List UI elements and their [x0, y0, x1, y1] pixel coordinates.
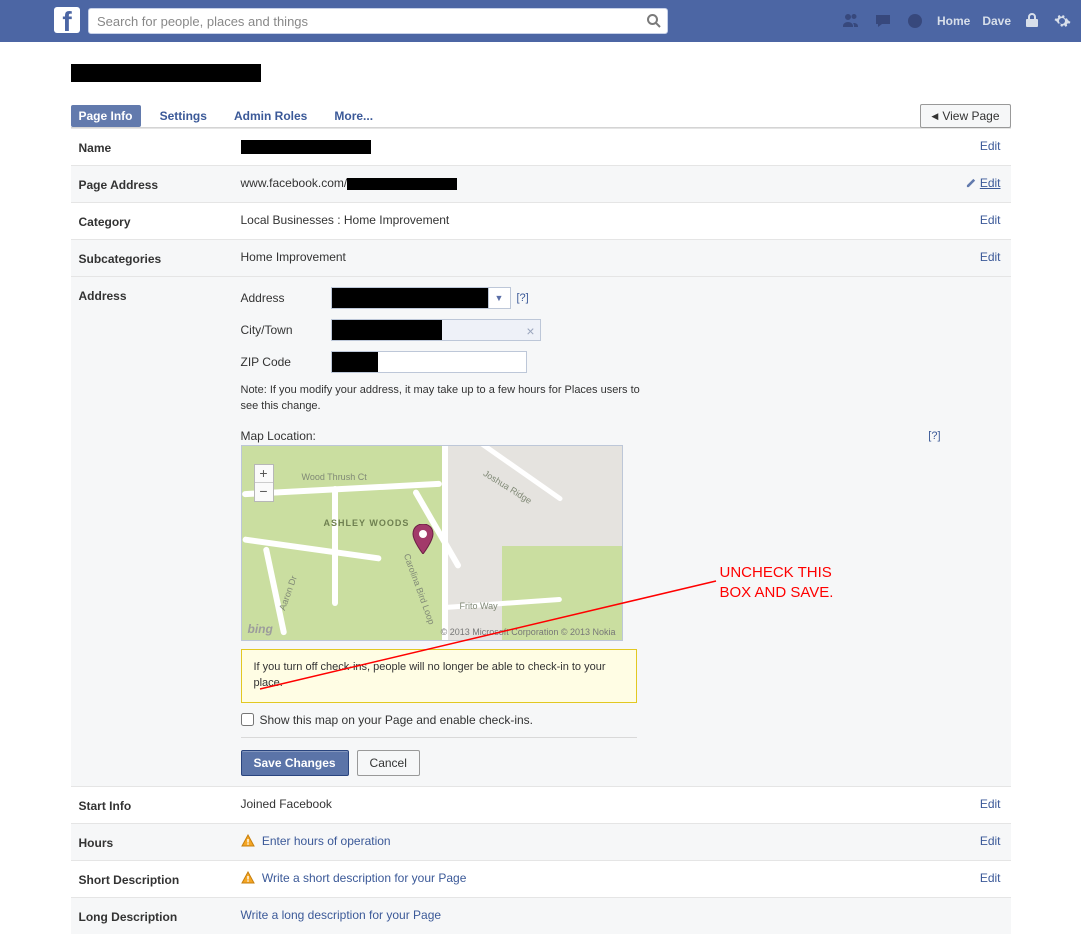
area-label: ASHLEY WOODS	[324, 518, 410, 528]
pencil-icon	[966, 177, 977, 188]
chevron-left-icon: ◀	[931, 111, 938, 122]
page-address-prefix: www.facebook.com/	[241, 176, 348, 190]
value-subcategories: Home Improvement	[241, 250, 941, 264]
user-link[interactable]: Dave	[982, 14, 1011, 28]
label-short-desc: Short Description	[79, 871, 241, 887]
addr-field-address-label: Address	[241, 291, 331, 305]
city-input[interactable]: ×	[331, 319, 541, 341]
road-label: Frito Way	[460, 601, 498, 611]
value-hours: Enter hours of operation	[241, 834, 941, 848]
view-page-label: View Page	[942, 109, 999, 123]
tab-more[interactable]: More...	[326, 105, 381, 127]
address-help[interactable]: [?]	[517, 292, 529, 304]
show-map-checkbox-label: Show this map on your Page and enable ch…	[260, 713, 534, 727]
chevron-down-icon: ▼	[488, 288, 510, 308]
address-dropdown[interactable]: ▼	[331, 287, 511, 309]
warning-icon	[241, 834, 255, 848]
row-category: Category Local Businesses : Home Improve…	[71, 203, 1011, 240]
label-category: Category	[79, 213, 241, 229]
map[interactable]: Wood Thrush Ct ASHLEY WOODS Aaron Dr Car…	[241, 445, 623, 641]
label-address: Address	[79, 287, 241, 303]
row-long-desc: Long Description Write a long descriptio…	[71, 898, 1011, 934]
edit-start-info[interactable]: Edit	[980, 797, 1001, 811]
row-name: Name Edit	[71, 129, 1011, 166]
value-name	[241, 139, 941, 154]
page-wrap: ◀ View Page Page Info Settings Admin Rol…	[71, 42, 1011, 934]
show-map-checkbox-row[interactable]: Show this map on your Page and enable ch…	[241, 713, 941, 727]
addr-field-city-label: City/Town	[241, 323, 331, 337]
row-hours: Hours Enter hours of operation Edit	[71, 824, 1011, 861]
view-page-button[interactable]: ◀ View Page	[920, 104, 1010, 128]
checkin-warning: If you turn off check-ins, people will n…	[241, 649, 637, 703]
annotation-text: UNCHECK THIS BOX AND SAVE.	[720, 563, 834, 604]
bing-logo: bing	[248, 622, 273, 636]
edit-page-address[interactable]: Edit	[980, 176, 1001, 190]
row-short-desc: Short Description Write a short descript…	[71, 861, 1011, 898]
label-hours: Hours	[79, 834, 241, 850]
row-start-info: Start Info Joined Facebook Edit	[71, 787, 1011, 824]
search-wrap	[88, 8, 668, 34]
show-map-checkbox[interactable]	[241, 713, 254, 726]
map-location-label: Map Location: [?]	[241, 429, 941, 443]
label-long-desc: Long Description	[79, 908, 241, 924]
address-note: Note: If you modify your address, it may…	[241, 383, 641, 415]
road-label: Wood Thrush Ct	[302, 472, 367, 482]
annotation-line2: BOX AND SAVE.	[720, 583, 834, 603]
value-long-desc: Write a long description for your Page	[241, 908, 941, 922]
label-start-info: Start Info	[79, 797, 241, 813]
label-page-address: Page Address	[79, 176, 241, 192]
value-start-info: Joined Facebook	[241, 797, 941, 811]
edit-name[interactable]: Edit	[980, 139, 1001, 153]
topbar: f Home Dave	[0, 0, 1081, 42]
addr-field-zip-label: ZIP Code	[241, 355, 331, 369]
search-input[interactable]	[88, 8, 668, 34]
messages-icon[interactable]	[873, 11, 893, 31]
value-page-address: www.facebook.com/	[241, 176, 941, 190]
tab-settings[interactable]: Settings	[152, 105, 215, 127]
zoom-out-button[interactable]: −	[255, 483, 273, 501]
short-desc-link[interactable]: Write a short description for your Page	[262, 871, 467, 885]
tab-admin-roles[interactable]: Admin Roles	[226, 105, 315, 127]
tab-page-info[interactable]: Page Info	[71, 105, 141, 127]
friend-requests-icon[interactable]	[841, 11, 861, 31]
value-short-desc: Write a short description for your Page	[241, 871, 941, 885]
privacy-icon[interactable]	[1023, 12, 1041, 30]
cancel-button[interactable]: Cancel	[357, 750, 420, 776]
edit-short-desc[interactable]: Edit	[980, 871, 1001, 885]
address-editor: Address ▼ [?] City/Town × ZIP Code	[241, 287, 941, 776]
edit-hours[interactable]: Edit	[980, 834, 1001, 848]
clear-city-icon[interactable]: ×	[526, 323, 534, 339]
warning-icon	[241, 871, 255, 885]
facebook-logo[interactable]: f	[54, 7, 80, 33]
topbar-right: Home Dave	[841, 11, 1071, 31]
gear-icon[interactable]	[1053, 12, 1071, 30]
home-link[interactable]: Home	[937, 14, 970, 28]
search-icon[interactable]	[646, 13, 662, 29]
annotation-line1: UNCHECK THIS	[720, 563, 834, 583]
row-address: Address Address ▼ [?] City/Town ×	[71, 277, 1011, 787]
notifications-icon[interactable]	[905, 11, 925, 31]
map-help[interactable]: [?]	[928, 430, 940, 442]
divider	[241, 737, 637, 738]
page-title-redacted	[71, 64, 261, 82]
edit-subcategories[interactable]: Edit	[980, 250, 1001, 264]
value-category: Local Businesses : Home Improvement	[241, 213, 941, 227]
tabs: Page Info Settings Admin Roles More...	[71, 105, 1011, 128]
map-pin-icon[interactable]	[412, 524, 434, 554]
label-name: Name	[79, 139, 241, 155]
map-copyright: © 2013 Microsoft Corporation © 2013 Noki…	[441, 627, 616, 637]
edit-category[interactable]: Edit	[980, 213, 1001, 227]
map-location-text: Map Location:	[241, 429, 316, 443]
label-subcategories: Subcategories	[79, 250, 241, 266]
row-page-address: Page Address www.facebook.com/ Edit	[71, 166, 1011, 203]
long-desc-link[interactable]: Write a long description for your Page	[241, 908, 442, 922]
hours-link[interactable]: Enter hours of operation	[262, 834, 391, 848]
zip-input[interactable]	[331, 351, 527, 373]
zoom-in-button[interactable]: +	[255, 465, 273, 483]
row-subcategories: Subcategories Home Improvement Edit	[71, 240, 1011, 277]
map-zoom-controls: + −	[254, 464, 274, 502]
settings-rows: Name Edit Page Address www.facebook.com/…	[71, 128, 1011, 934]
save-changes-button[interactable]: Save Changes	[241, 750, 349, 776]
